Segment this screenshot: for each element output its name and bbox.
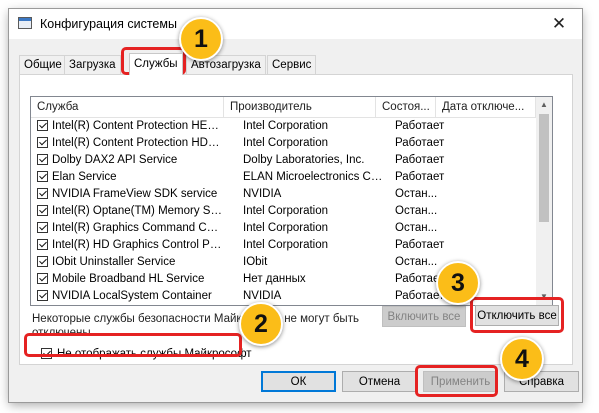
close-icon[interactable]: ✕ xyxy=(536,9,582,39)
service-maker-cell: NVIDIA xyxy=(243,188,282,200)
service-checkbox[interactable] xyxy=(37,154,48,165)
step-badge-4: 4 xyxy=(500,337,544,381)
title-bar: Конфигурация системы ✕ xyxy=(9,9,582,39)
service-status-cell: Работает xyxy=(395,239,445,251)
window-title: Конфигурация системы xyxy=(40,17,177,31)
column-header-status[interactable]: Состоя... xyxy=(376,97,436,117)
column-header-service[interactable]: Служба xyxy=(31,97,224,117)
service-status-cell: Работает xyxy=(395,154,445,166)
tab-tools[interactable]: Сервис xyxy=(267,55,317,74)
service-name-cell: Dolby DAX2 API Service xyxy=(52,154,178,166)
service-name-cell: Intel(R) Optane(TM) Memory Se... xyxy=(52,205,222,217)
service-row[interactable]: Intel(R) HD Graphics Control Pa... Intel … xyxy=(31,237,536,254)
vertical-scrollbar[interactable]: ▲ ▼ xyxy=(536,97,552,305)
ok-button[interactable]: ОК xyxy=(261,371,336,392)
tab-general[interactable]: Общие xyxy=(19,55,67,74)
service-maker-cell: Intel Corporation xyxy=(243,222,329,234)
service-row[interactable]: Elan Service ELAN Microelectronics Corp. Р… xyxy=(31,169,536,186)
service-row[interactable]: Intel(R) Content Protection HDC... Intel … xyxy=(31,135,536,152)
service-maker-cell: IObit xyxy=(243,256,268,268)
service-status-cell: Остан... xyxy=(395,222,438,234)
service-name-cell: IObit Uninstaller Service xyxy=(52,256,176,268)
service-maker-cell: Нет данных xyxy=(243,273,306,285)
service-maker-cell: Intel Corporation xyxy=(243,120,329,132)
service-name-cell: Elan Service xyxy=(52,171,117,183)
list-header: Служба Производитель Состоя... Дата откл… xyxy=(31,97,536,118)
step-badge-3: 3 xyxy=(436,261,480,305)
service-name-cell: Mobile Broadband HL Service xyxy=(52,273,205,285)
service-maker-cell: Dolby Laboratories, Inc. xyxy=(243,154,365,166)
tab-boot[interactable]: Загрузка xyxy=(64,55,121,74)
service-checkbox[interactable] xyxy=(37,239,48,250)
step-badge-2: 2 xyxy=(239,302,283,346)
msconfig-app-icon xyxy=(18,17,32,29)
service-maker-cell: Intel Corporation xyxy=(243,137,329,149)
tab-services[interactable]: Службы xyxy=(129,53,183,75)
service-checkbox[interactable] xyxy=(37,256,48,267)
enable-all-button[interactable]: Включить все xyxy=(382,306,466,327)
service-maker-cell: Intel Corporation xyxy=(243,205,329,217)
highlight-disable-all xyxy=(470,297,564,333)
service-maker-cell: ELAN Microelectronics Corp. xyxy=(243,171,388,183)
service-name-cell: Intel(R) Graphics Command Cen... xyxy=(52,222,222,234)
service-name-cell: Intel(R) Content Protection HEC... xyxy=(52,120,222,132)
service-status-cell: Работает xyxy=(395,137,445,149)
service-checkbox[interactable] xyxy=(37,137,48,148)
service-checkbox[interactable] xyxy=(37,120,48,131)
service-row[interactable]: Dolby DAX2 API Service Dolby Laboratories… xyxy=(31,152,536,169)
cancel-button[interactable]: Отмена xyxy=(342,371,417,392)
service-checkbox[interactable] xyxy=(37,222,48,233)
highlight-apply xyxy=(415,365,498,397)
column-header-date-disabled[interactable]: Дата отключе... xyxy=(436,97,536,117)
service-checkbox[interactable] xyxy=(37,205,48,216)
service-status-cell: Работает xyxy=(395,171,445,183)
service-checkbox[interactable] xyxy=(37,273,48,284)
scroll-thumb[interactable] xyxy=(539,114,549,222)
service-status-cell: Остан... xyxy=(395,188,438,200)
service-checkbox[interactable] xyxy=(37,290,48,301)
scroll-up-icon[interactable]: ▲ xyxy=(536,97,552,113)
column-header-manufacturer[interactable]: Производитель xyxy=(224,97,376,117)
service-name-cell: Intel(R) HD Graphics Control Pa... xyxy=(52,239,222,251)
highlight-hide-microsoft xyxy=(24,333,242,357)
service-name-cell: NVIDIA FrameView SDK service xyxy=(52,188,218,200)
service-maker-cell: Intel Corporation xyxy=(243,239,329,251)
service-name-cell: Intel(R) Content Protection HDC... xyxy=(52,137,222,149)
step-badge-1: 1 xyxy=(179,17,223,61)
service-row[interactable]: Intel(R) Graphics Command Cen... Intel Co… xyxy=(31,220,536,237)
service-checkbox[interactable] xyxy=(37,188,48,199)
service-status-cell: Остан... xyxy=(395,205,438,217)
service-row[interactable]: Intel(R) Content Protection HEC... Intel … xyxy=(31,118,536,135)
service-row[interactable]: Intel(R) Optane(TM) Memory Se... Intel Co… xyxy=(31,203,536,220)
service-name-cell: NVIDIA LocalSystem Container xyxy=(52,290,212,302)
service-checkbox[interactable] xyxy=(37,171,48,182)
service-status-cell: Работает xyxy=(395,120,445,132)
service-row[interactable]: NVIDIA FrameView SDK service NVIDIA Остан.… xyxy=(31,186,536,203)
